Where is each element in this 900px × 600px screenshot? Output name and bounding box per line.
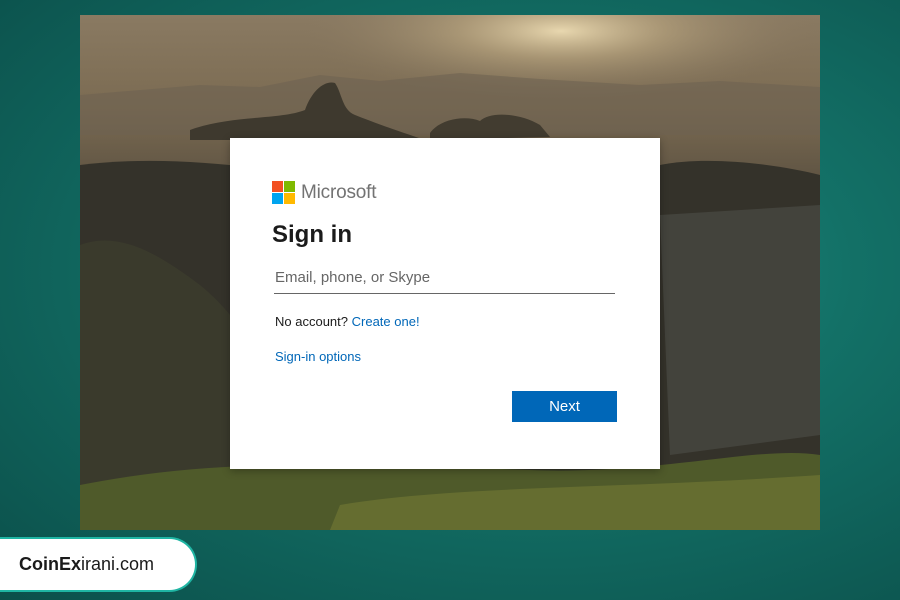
watermark-badge: CoinEx irani.com [0, 537, 197, 592]
brand-header: Microsoft [272, 181, 376, 204]
logo-square-green [284, 181, 295, 192]
brand-name: Microsoft [301, 181, 377, 203]
no-account-text: No account? [275, 314, 348, 329]
signin-options-row: Sign-in options [275, 349, 361, 364]
no-account-line: No account? Create one! [275, 314, 420, 329]
create-account-link[interactable]: Create one! [352, 314, 420, 329]
next-button[interactable]: Next [512, 391, 617, 422]
signin-options-link[interactable]: Sign-in options [275, 349, 361, 364]
page-title: Sign in [272, 221, 352, 248]
watermark-bold: CoinEx [19, 554, 82, 574]
watermark-rest: irani.com [81, 554, 155, 574]
logo-square-blue [272, 193, 283, 204]
logo-square-red [272, 181, 283, 192]
signin-card: Microsoft Sign in No account? Create one… [230, 138, 660, 469]
email-field[interactable] [274, 262, 615, 294]
screenshot-frame: Microsoft Sign in No account? Create one… [80, 15, 820, 530]
microsoft-logo-icon [272, 181, 295, 204]
logo-square-yellow [284, 193, 295, 204]
